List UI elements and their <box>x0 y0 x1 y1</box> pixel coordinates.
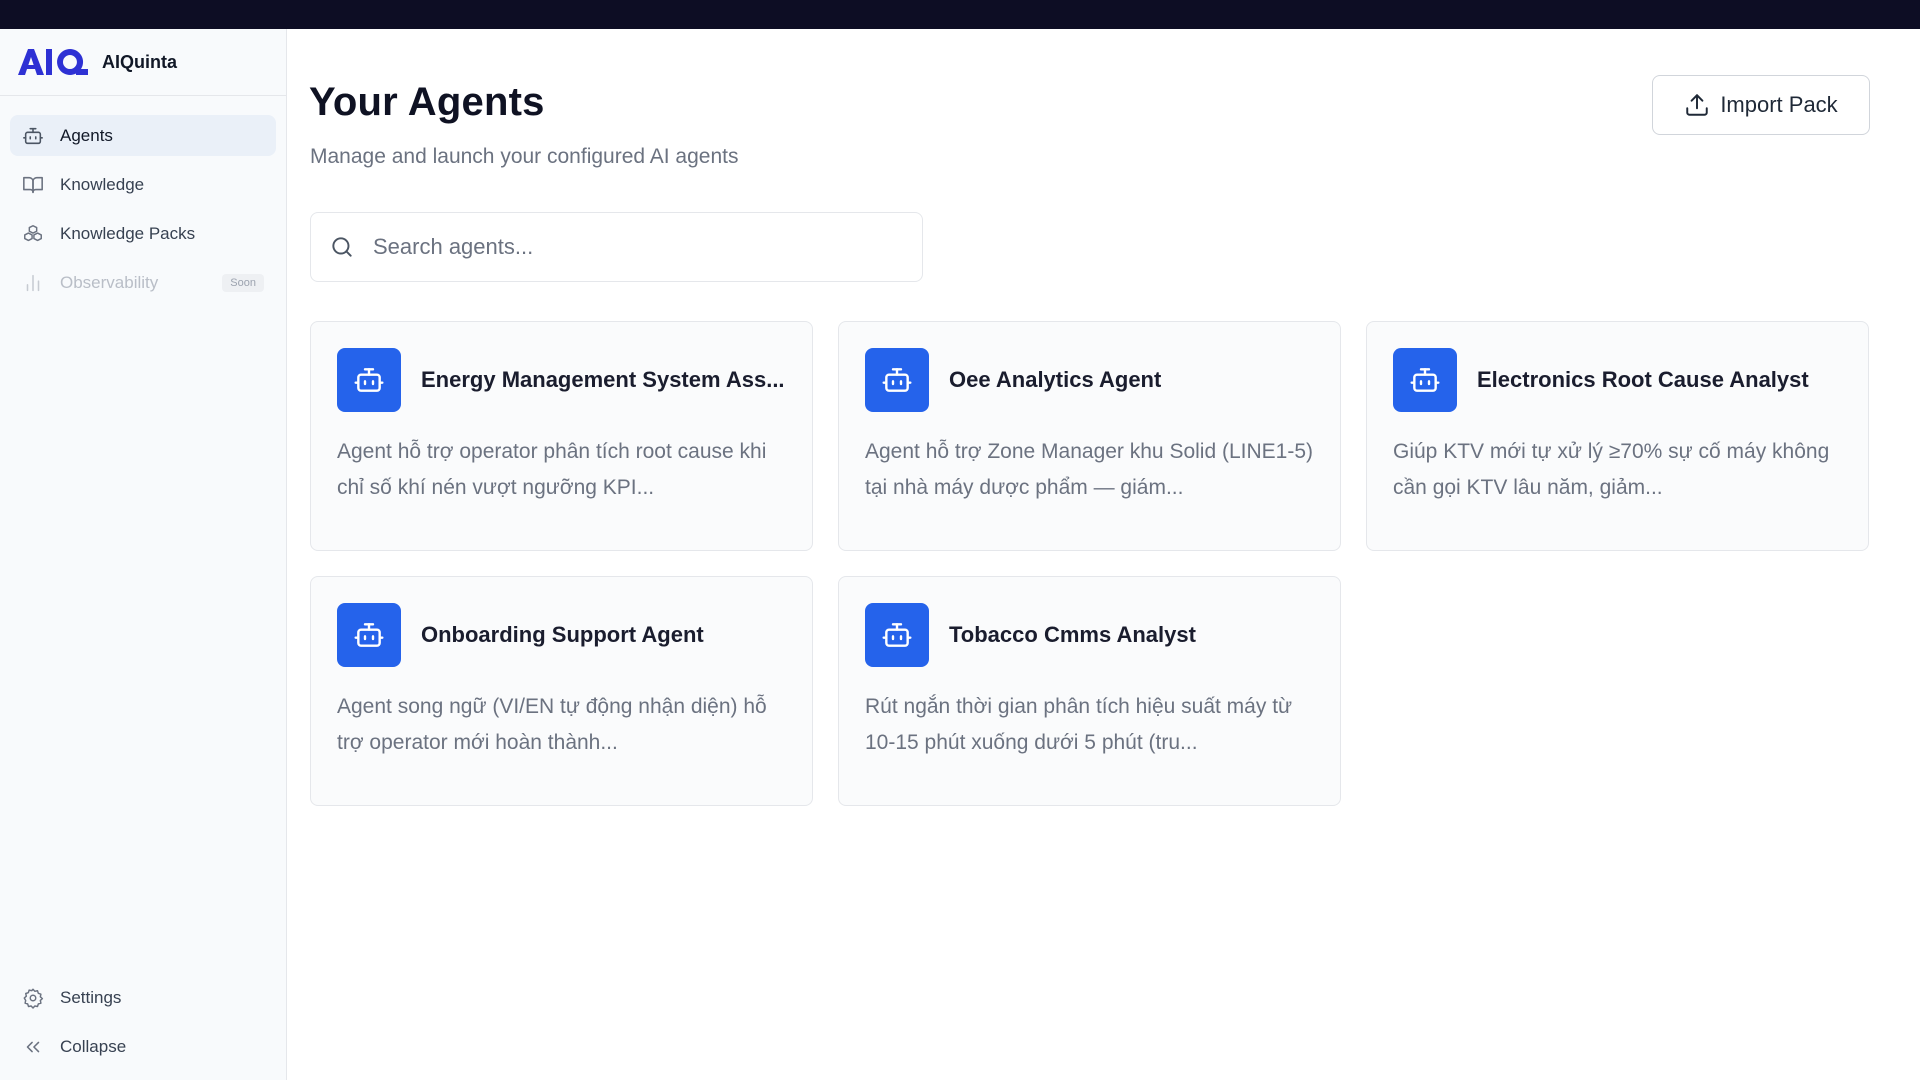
agent-name: Electronics Root Cause Analyst <box>1477 367 1809 392</box>
sidebar-nav: Agents Knowledge Knowledge Packs Observa… <box>0 96 286 303</box>
page-title: Your Agents <box>309 80 545 124</box>
import-pack-button[interactable]: Import Pack <box>1652 75 1870 135</box>
agent-name: Energy Management System Ass... <box>421 367 785 392</box>
soon-badge: Soon <box>222 273 264 292</box>
book-icon <box>22 174 44 196</box>
sidebar-item-label: Collapse <box>60 1036 127 1056</box>
upload-icon <box>1686 94 1709 116</box>
app: AIQuinta Agents Knowledge Knowledge Pack… <box>0 29 1920 1080</box>
robot-icon <box>22 125 44 147</box>
sidebar-item-agents[interactable]: Agents <box>10 115 276 156</box>
sidebar-item-label: Agents <box>60 125 113 145</box>
search-box[interactable] <box>310 212 923 282</box>
window-top-bar <box>0 0 1920 29</box>
agent-card[interactable]: Oee Analytics Agent Agent hỗ trợ Zone Ma… <box>838 321 1341 551</box>
agent-name: Onboarding Support Agent <box>421 622 704 647</box>
search-input[interactable] <box>373 234 913 260</box>
agent-description: Agent song ngữ (VI/EN tự động nhận diện)… <box>337 695 767 754</box>
sidebar-item-observability: Observability Soon <box>10 262 276 303</box>
sidebar-item-label: Knowledge Packs <box>60 223 196 243</box>
agent-card[interactable]: Tobacco Cmms Analyst Rút ngắn thời gian … <box>838 576 1341 806</box>
agent-description: Rút ngắn thời gian phân tích hiệu suất m… <box>865 695 1293 754</box>
sidebar-item-settings[interactable]: Settings <box>10 977 276 1018</box>
search-icon <box>332 237 352 257</box>
agent-card[interactable]: Onboarding Support Agent Agent song ngữ … <box>310 576 813 806</box>
robot-icon <box>865 348 929 412</box>
aiq-logo <box>18 49 88 75</box>
main-content: Your Agents Manage and launch your confi… <box>287 29 1920 1080</box>
bar-chart-icon <box>22 272 44 294</box>
agent-description: Agent hỗ trợ operator phân tích root cau… <box>337 440 767 499</box>
agents-grid: Energy Management System Ass... Agent hỗ… <box>310 321 1869 806</box>
sidebar-item-label: Observability <box>60 272 159 292</box>
brand-name: AIQuinta <box>102 51 177 72</box>
agent-card[interactable]: Electronics Root Cause Analyst Giúp KTV … <box>1366 321 1869 551</box>
gear-icon <box>22 987 44 1009</box>
page-subtitle: Manage and launch your configured AI age… <box>310 145 739 168</box>
agent-card[interactable]: Energy Management System Ass... Agent hỗ… <box>310 321 813 551</box>
robot-icon <box>337 348 401 412</box>
import-pack-label: Import Pack <box>1720 92 1838 117</box>
brand[interactable]: AIQuinta <box>0 29 286 96</box>
robot-icon <box>337 603 401 667</box>
sidebar-item-knowledge[interactable]: Knowledge <box>10 164 276 205</box>
boxes-icon <box>22 223 44 245</box>
agent-name: Tobacco Cmms Analyst <box>949 622 1196 647</box>
agent-description: Giúp KTV mới tự xử lý ≥70% sự cố máy khô… <box>1393 440 1830 499</box>
sidebar-item-label: Knowledge <box>60 174 145 194</box>
sidebar-item-knowledge-packs[interactable]: Knowledge Packs <box>10 213 276 254</box>
agent-description: Agent hỗ trợ Zone Manager khu Solid (LIN… <box>865 440 1314 499</box>
sidebar-bottom: Settings Collapse <box>0 977 286 1080</box>
sidebar-item-collapse[interactable]: Collapse <box>10 1026 276 1067</box>
agent-name: Oee Analytics Agent <box>949 367 1162 392</box>
sidebar-item-label: Settings <box>60 987 122 1007</box>
robot-icon <box>865 603 929 667</box>
sidebar: AIQuinta Agents Knowledge Knowledge Pack… <box>0 29 287 1080</box>
chevrons-left-icon <box>22 1036 44 1058</box>
robot-icon <box>1393 348 1457 412</box>
